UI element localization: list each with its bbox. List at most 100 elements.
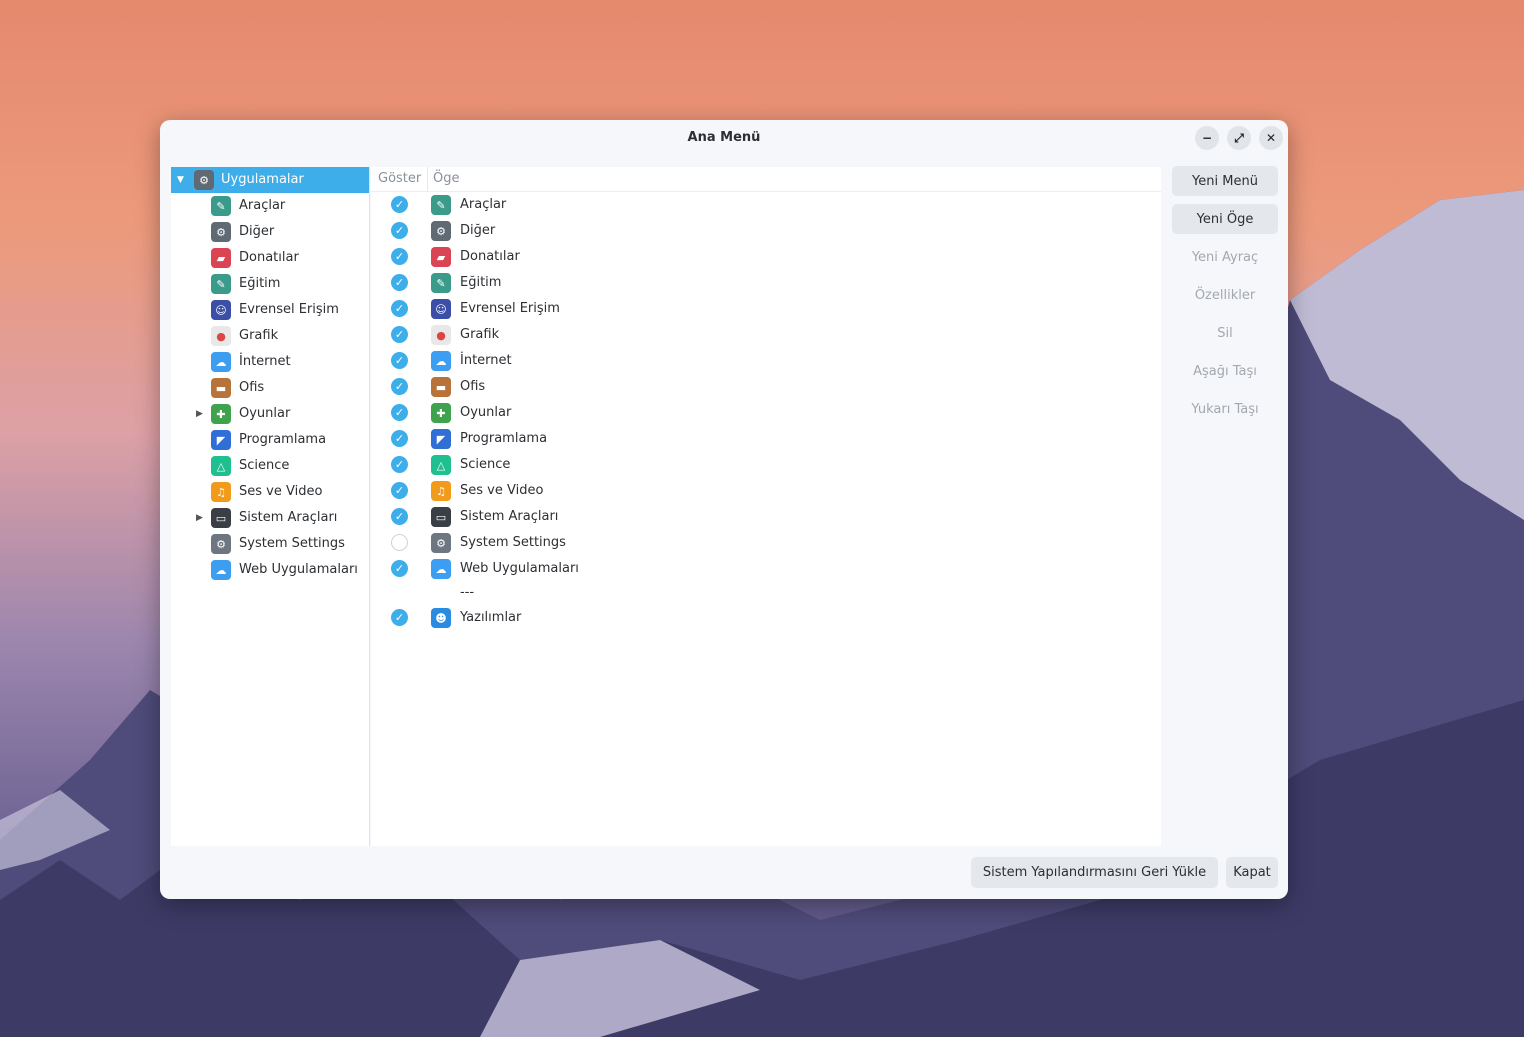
minimize-icon: − [1201, 131, 1213, 145]
show-checkbox[interactable]: ✓ [391, 274, 408, 291]
tools-icon: ✎ [211, 196, 231, 216]
tree-item-label: Uygulamalar [221, 172, 304, 187]
tree-item[interactable]: ▶ ✚ Oyunlar [171, 401, 369, 427]
monitor-icon: ▭ [431, 507, 451, 527]
side-button-3[interactable]: Özellikler [1172, 280, 1278, 310]
tree-item[interactable]: ▬ Ofis [171, 375, 369, 401]
tree-item[interactable]: ☺ Evrensel Erişim [171, 297, 369, 323]
list-item[interactable]: ✓ ✎ Eğitim [371, 270, 1161, 296]
side-button-5[interactable]: Aşağı Taşı [1172, 356, 1278, 386]
toolbox-icon: ▰ [211, 248, 231, 268]
side-button-4[interactable]: Sil [1172, 318, 1278, 348]
show-checkbox[interactable]: ✓ [391, 482, 408, 499]
window-title: Ana Menü [687, 130, 761, 145]
show-checkbox[interactable] [391, 534, 408, 551]
tree-item[interactable]: ☁ İnternet [171, 349, 369, 375]
menu-items-list[interactable]: Göster Öge ✓ ✎ Araçlar ✓ ⚙ Diğer ✓ ▰ Donatılar ✓ ✎… [371, 167, 1161, 846]
tree-item-label: Science [239, 458, 290, 473]
show-checkbox[interactable]: ✓ [391, 352, 408, 369]
close-dialog-button[interactable]: Kapat [1226, 857, 1278, 888]
show-checkbox[interactable]: ✓ [391, 404, 408, 421]
title-bar: Ana Menü − ⤢ ✕ [160, 120, 1288, 156]
column-header-show[interactable]: Göster [378, 171, 421, 186]
show-checkbox[interactable]: ✓ [391, 430, 408, 447]
list-item-label: Eğitim [460, 275, 502, 290]
show-checkbox[interactable]: ✓ [391, 222, 408, 239]
list-item-label: Grafik [460, 327, 500, 342]
tree-item[interactable]: ▶ ▭ Sistem Araçları [171, 505, 369, 531]
tree-item-label: Web Uygulamaları [239, 562, 358, 577]
gamepad-icon: ✚ [211, 404, 231, 424]
minimize-button[interactable]: − [1195, 126, 1219, 150]
tree-item-label: İnternet [239, 354, 291, 369]
menu-tree[interactable]: ▼ ⚙ Uygulamalar ✎ Araçlar ⚙ Diğer ▰ Donatılar… [171, 167, 370, 846]
show-checkbox[interactable]: ✓ [391, 378, 408, 395]
list-item[interactable]: ✓ ♫ Ses ve Video [371, 478, 1161, 504]
column-divider [427, 167, 428, 191]
show-checkbox[interactable]: ✓ [391, 560, 408, 577]
tree-item-label: Araçlar [239, 198, 286, 213]
tree-item[interactable]: ● Grafik [171, 323, 369, 349]
gear-icon: ⚙ [194, 170, 214, 190]
list-item[interactable]: ✓ ☻ Yazılımlar [371, 605, 1161, 631]
education-icon: ✎ [431, 273, 451, 293]
column-header-item[interactable]: Öge [433, 171, 459, 186]
restore-system-config-button[interactable]: Sistem Yapılandırmasını Geri Yükle [971, 857, 1218, 888]
list-item[interactable]: ✓ ✚ Oyunlar [371, 400, 1161, 426]
tree-item[interactable]: ✎ Eğitim [171, 271, 369, 297]
tree-item[interactable]: △ Science [171, 453, 369, 479]
tree-root-item[interactable]: ▼ ⚙ Uygulamalar [171, 167, 369, 193]
tree-item[interactable]: ◤ Programlama [171, 427, 369, 453]
show-checkbox[interactable]: ✓ [391, 300, 408, 317]
list-item-label: System Settings [460, 535, 566, 550]
tree-item-label: Oyunlar [239, 406, 291, 421]
list-item[interactable]: ✓ ▭ Sistem Araçları [371, 504, 1161, 530]
show-checkbox[interactable]: ✓ [391, 456, 408, 473]
side-button-0[interactable]: Yeni Menü [1172, 166, 1278, 196]
list-item[interactable]: ✓ △ Science [371, 452, 1161, 478]
list-item[interactable]: ✓ ☁ Web Uygulamaları [371, 556, 1161, 582]
list-item[interactable]: ⚙ System Settings [371, 530, 1161, 556]
tree-item[interactable]: ♫ Ses ve Video [171, 479, 369, 505]
list-item-label: Araçlar [460, 197, 507, 212]
list-item[interactable]: ✓ ● Grafik [371, 322, 1161, 348]
show-checkbox[interactable]: ✓ [391, 248, 408, 265]
show-checkbox[interactable]: ✓ [391, 508, 408, 525]
flask-icon: △ [431, 455, 451, 475]
list-item[interactable]: ✓ ✎ Araçlar [371, 192, 1161, 218]
close-button[interactable]: ✕ [1259, 126, 1283, 150]
tree-item-label: Ofis [239, 380, 265, 395]
list-item-label: İnternet [460, 353, 512, 368]
expand-arrow-icon[interactable]: ▶ [196, 513, 203, 523]
list-item[interactable]: ✓ ▰ Donatılar [371, 244, 1161, 270]
list-item[interactable]: ✓ ☺ Evrensel Erişim [371, 296, 1161, 322]
list-separator[interactable]: --- [371, 580, 1161, 606]
expand-arrow-icon[interactable]: ▼ [177, 175, 184, 185]
show-checkbox[interactable]: ✓ [391, 196, 408, 213]
tree-item-label: Programlama [239, 432, 327, 447]
maximize-icon: ⤢ [1234, 130, 1244, 145]
side-button-6[interactable]: Yukarı Taşı [1172, 394, 1278, 424]
list-item[interactable]: ✓ ☁ İnternet [371, 348, 1161, 374]
tree-item-label: Eğitim [239, 276, 281, 291]
tree-item[interactable]: ✎ Araçlar [171, 193, 369, 219]
list-header: Göster Öge [371, 167, 1161, 192]
list-item-label: Ofis [460, 379, 486, 394]
list-item-label: Oyunlar [460, 405, 512, 420]
software-store-icon: ☻ [431, 608, 451, 628]
list-item[interactable]: ✓ ⚙ Diğer [371, 218, 1161, 244]
expand-arrow-icon[interactable]: ▶ [196, 409, 203, 419]
maximize-button[interactable]: ⤢ [1227, 126, 1251, 150]
tree-item[interactable]: ⚙ Diğer [171, 219, 369, 245]
side-button-1[interactable]: Yeni Öge [1172, 204, 1278, 234]
list-item[interactable]: ✓ ◤ Programlama [371, 426, 1161, 452]
cloud-icon: ☁ [211, 560, 231, 580]
list-item[interactable]: ✓ ▬ Ofis [371, 374, 1161, 400]
show-checkbox[interactable]: ✓ [391, 609, 408, 626]
tree-item[interactable]: ▰ Donatılar [171, 245, 369, 271]
tree-item[interactable]: ⚙ System Settings [171, 531, 369, 557]
side-button-2[interactable]: Yeni Ayraç [1172, 242, 1278, 272]
list-item-label: Web Uygulamaları [460, 561, 579, 576]
show-checkbox[interactable]: ✓ [391, 326, 408, 343]
tree-item[interactable]: ☁ Web Uygulamaları [171, 557, 369, 583]
